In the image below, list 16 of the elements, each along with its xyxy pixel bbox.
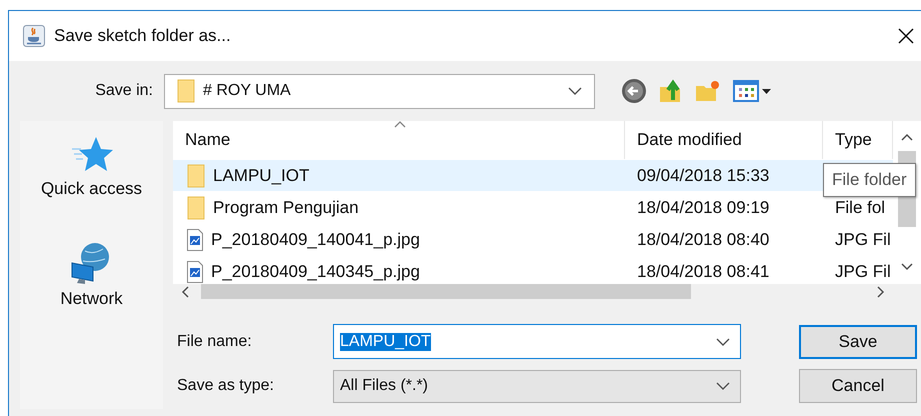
tooltip: File folder [823, 163, 916, 197]
date-cell: 18/04/2018 08:41 [637, 262, 770, 282]
date-cell: 18/04/2018 08:40 [637, 230, 770, 250]
date-cell: 09/04/2018 15:33 [637, 166, 770, 186]
save-in-label: Save in: [94, 82, 154, 100]
file-name-cell: P_20180409_140041_p.jpg [211, 230, 420, 250]
file-name-cell: P_20180409_140345_p.jpg [211, 262, 420, 282]
date-cell: 18/04/2018 09:19 [637, 198, 770, 218]
save-as-type-label: Save as type: [176, 377, 275, 395]
type-cell: File fol [835, 198, 886, 218]
file-name-cell: LAMPU_IOT [213, 166, 310, 186]
type-cell: JPG Fil [835, 262, 891, 282]
type-cell: JPG Fil [835, 230, 891, 250]
window-title: Save sketch folder as... [54, 26, 232, 46]
file-name-cell: Program Pengujian [213, 198, 359, 218]
file-name-label: File name: [176, 332, 253, 350]
